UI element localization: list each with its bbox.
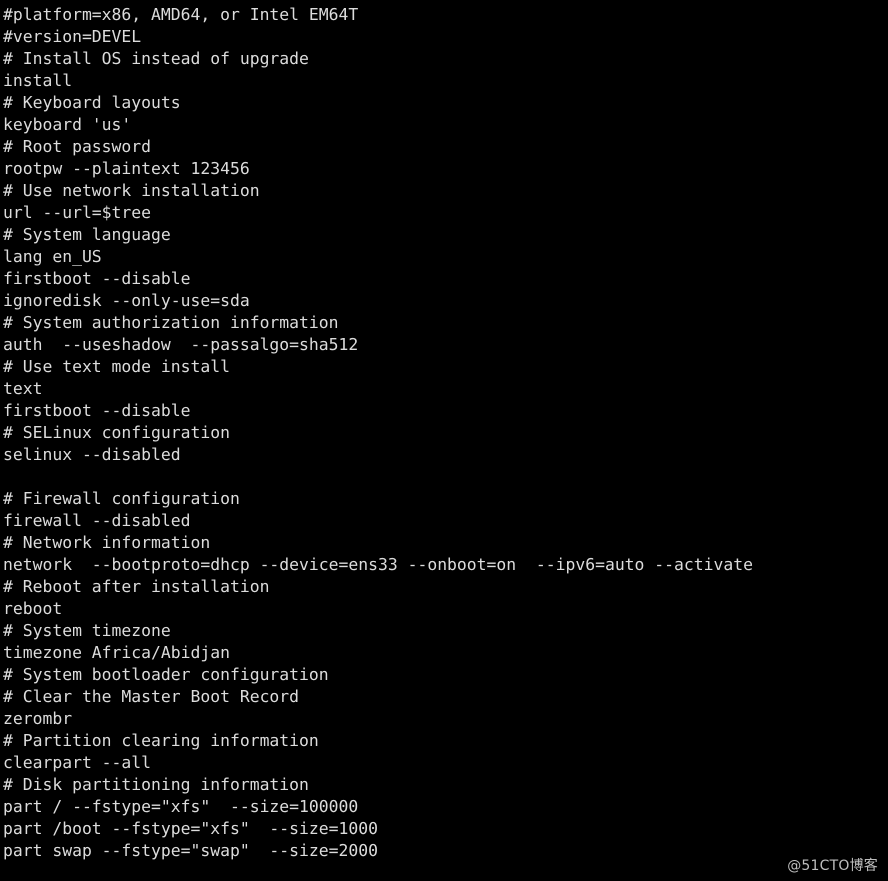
terminal-line: # Install OS instead of upgrade	[3, 49, 309, 68]
terminal-line: install	[3, 71, 73, 90]
terminal-line: # System authorization information	[3, 313, 339, 332]
terminal-line: #version=DEVEL	[3, 27, 142, 46]
terminal-line: keyboard 'us'	[3, 115, 132, 134]
watermark-label: @51CTO博客	[787, 858, 878, 874]
terminal-line: ignoredisk --only-use=sda	[3, 291, 250, 310]
terminal-line: reboot	[3, 599, 63, 618]
terminal-line: # System bootloader configuration	[3, 665, 329, 684]
terminal-line: part swap --fstype="swap" --size=2000	[3, 841, 378, 860]
terminal-line: lang en_US	[3, 247, 102, 266]
terminal-line: # Reboot after installation	[3, 577, 270, 596]
terminal-text-area[interactable]: #platform=x86, AMD64, or Intel EM64T #ver…	[0, 0, 888, 862]
terminal-line: auth --useshadow --passalgo=sha512	[3, 335, 359, 354]
terminal-line: # Use text mode install	[3, 357, 230, 376]
terminal-line: # Firewall configuration	[3, 489, 240, 508]
terminal-line: # System language	[3, 225, 171, 244]
terminal-line: # Clear the Master Boot Record	[3, 687, 300, 706]
terminal-line: # Keyboard layouts	[3, 93, 181, 112]
terminal-line: network --bootproto=dhcp --device=ens33 …	[3, 555, 753, 574]
terminal-line: rootpw --plaintext 123456	[3, 159, 250, 178]
terminal-window[interactable]: #platform=x86, AMD64, or Intel EM64T #ver…	[0, 0, 888, 881]
terminal-line: text	[3, 379, 43, 398]
terminal-line: # Network information	[3, 533, 211, 552]
terminal-line: #platform=x86, AMD64, or Intel EM64T	[3, 5, 359, 24]
terminal-line: # System timezone	[3, 621, 171, 640]
terminal-line: # Use network installation	[3, 181, 260, 200]
terminal-line: firstboot --disable	[3, 269, 191, 288]
terminal-line: zerombr	[3, 709, 73, 728]
terminal-line: # SELinux configuration	[3, 423, 230, 442]
terminal-line: clearpart --all	[3, 753, 152, 772]
terminal-line: # Partition clearing information	[3, 731, 319, 750]
terminal-line: firstboot --disable	[3, 401, 191, 420]
terminal-line: timezone Africa/Abidjan	[3, 643, 230, 662]
terminal-line: selinux --disabled	[3, 445, 181, 464]
terminal-line: # Root password	[3, 137, 152, 156]
terminal-line: # Disk partitioning information	[3, 775, 309, 794]
terminal-line: part / --fstype="xfs" --size=100000	[3, 797, 359, 816]
terminal-line: firewall --disabled	[3, 511, 191, 530]
terminal-line: part /boot --fstype="xfs" --size=1000	[3, 819, 378, 838]
terminal-line: url --url=$tree	[3, 203, 152, 222]
